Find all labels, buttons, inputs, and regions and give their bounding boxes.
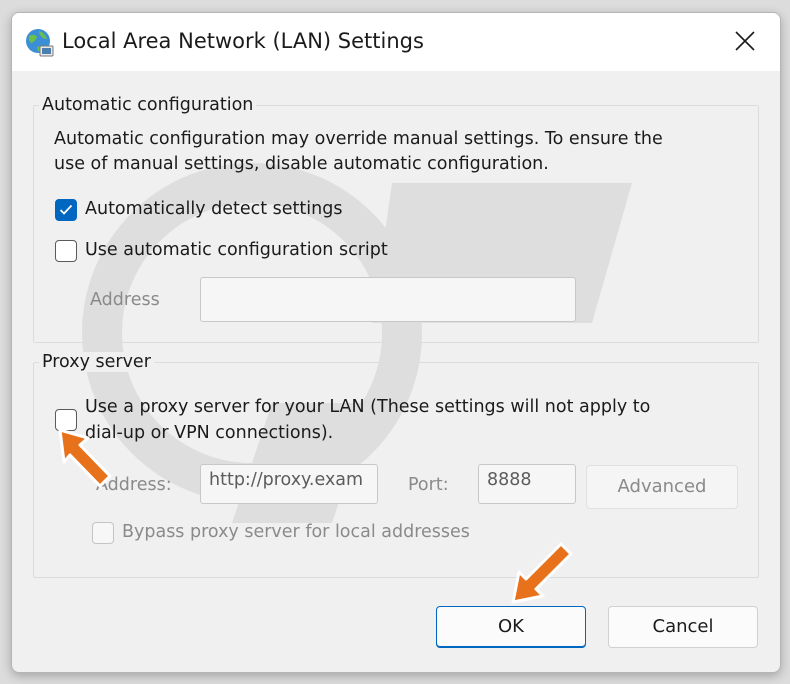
auto-config-description-line1: Automatic configuration may override man… — [54, 129, 663, 149]
close-icon — [735, 31, 755, 51]
auto-config-script-checkbox[interactable] — [55, 240, 77, 262]
auto-config-script-label[interactable]: Use automatic configuration script — [85, 240, 388, 260]
auto-detect-checkbox[interactable] — [55, 199, 77, 221]
proxy-server-legend: Proxy server — [39, 352, 154, 372]
auto-config-description-line2: use of manual settings, disable automati… — [54, 154, 549, 174]
checkmark-icon — [59, 204, 73, 215]
auto-detect-label[interactable]: Automatically detect settings — [85, 199, 342, 219]
script-address-input[interactable] — [200, 277, 576, 322]
ok-button[interactable]: OK — [436, 606, 586, 648]
use-proxy-checkbox[interactable] — [55, 409, 77, 431]
title-bar: Local Area Network (LAN) Settings — [12, 13, 780, 71]
lan-settings-dialog: Local Area Network (LAN) Settings Automa… — [11, 12, 781, 673]
bypass-local-checkbox[interactable] — [92, 522, 114, 544]
advanced-button[interactable]: Advanced — [586, 465, 738, 509]
close-button[interactable] — [710, 13, 780, 71]
proxy-address-input[interactable]: http://proxy.exam — [200, 464, 378, 504]
use-proxy-label-line1[interactable]: Use a proxy server for your LAN (These s… — [85, 397, 650, 417]
script-address-label: Address — [90, 290, 160, 310]
proxy-port-label: Port: — [408, 475, 449, 495]
cancel-button[interactable]: Cancel — [608, 606, 758, 648]
window-title: Local Area Network (LAN) Settings — [62, 29, 424, 53]
bypass-local-label[interactable]: Bypass proxy server for local addresses — [122, 522, 470, 542]
globe-network-icon — [23, 27, 55, 59]
automatic-configuration-legend: Automatic configuration — [39, 95, 257, 115]
use-proxy-label-line2[interactable]: dial-up or VPN connections). — [85, 423, 333, 443]
proxy-port-input[interactable]: 8888 — [478, 464, 576, 504]
proxy-address-label: Address: — [96, 475, 172, 495]
